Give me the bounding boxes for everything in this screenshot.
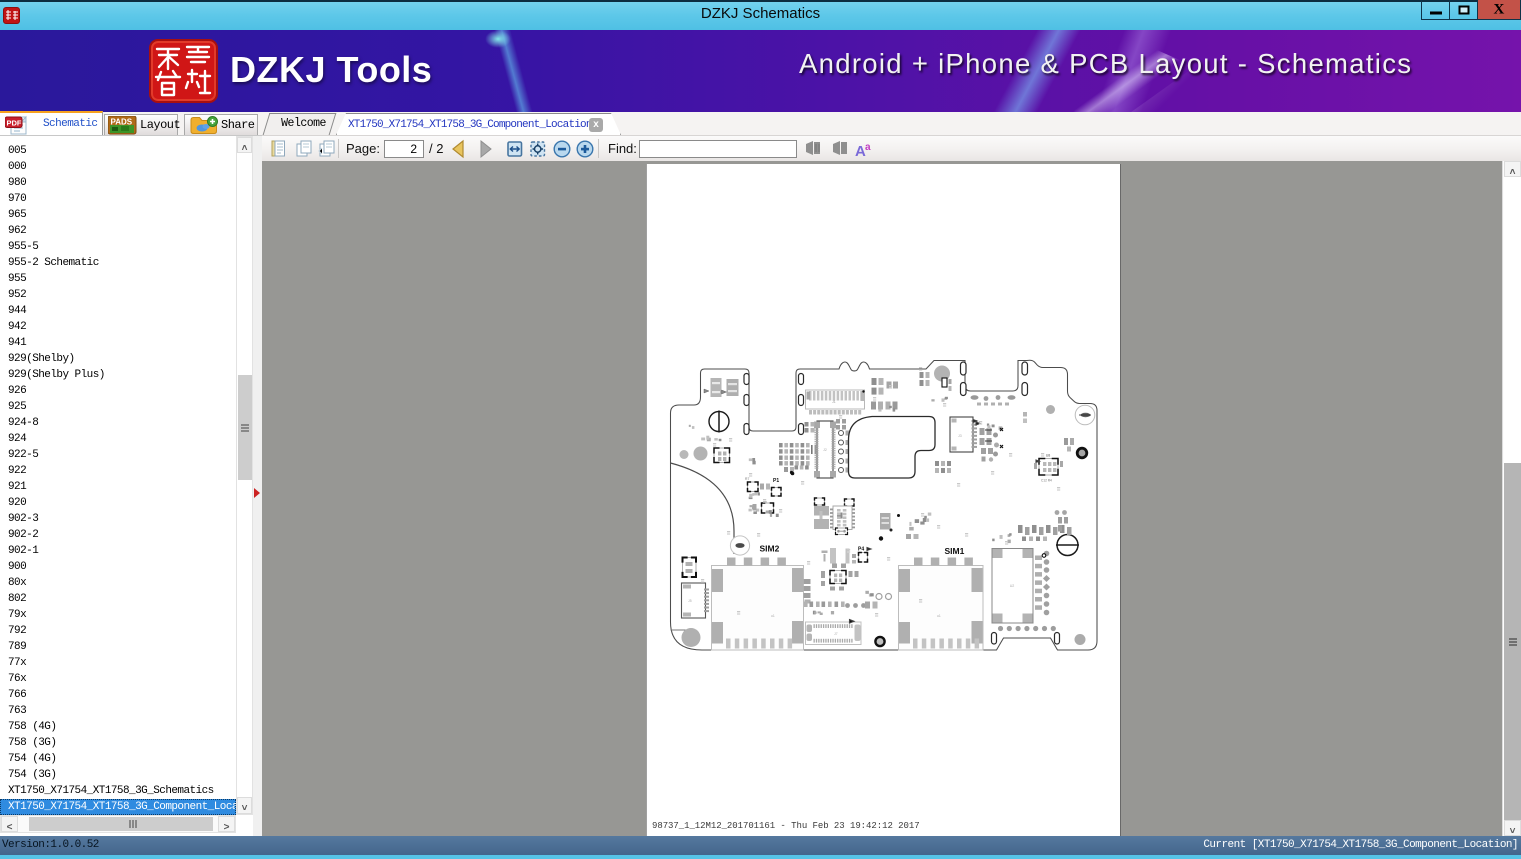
svg-text:u1: u1 (771, 614, 775, 618)
svg-text:u1: u1 (937, 614, 941, 618)
svg-text:C12 R4: C12 R4 (1041, 478, 1052, 482)
svg-text:J7: J7 (834, 632, 838, 636)
svg-text:PADS: PADS (111, 118, 133, 127)
svg-text:J3: J3 (958, 434, 962, 438)
svg-text:a: a (865, 142, 871, 153)
svg-text:R7: R7 (745, 477, 749, 481)
svg-text:PDF: PDF (7, 119, 22, 128)
svg-text:SIM1: SIM1 (945, 546, 965, 556)
svg-text:P1: P1 (773, 478, 779, 484)
svg-text:J1: J1 (832, 400, 836, 404)
svg-text:P4: P4 (858, 546, 864, 552)
svg-text:J5: J5 (688, 599, 692, 603)
svg-text:U2: U2 (1010, 584, 1015, 588)
svg-text:J2: J2 (823, 448, 827, 452)
svg-text:U8: U8 (1046, 453, 1051, 457)
svg-text:SIM2: SIM2 (760, 543, 780, 553)
